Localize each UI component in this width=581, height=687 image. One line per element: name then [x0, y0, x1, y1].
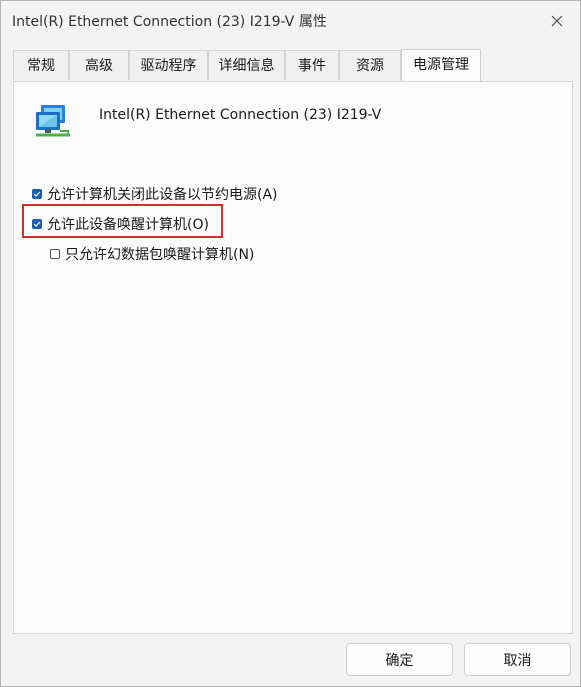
checkbox-allow-turn-off[interactable]: [32, 189, 42, 199]
option-label: 允许计算机关闭此设备以节约电源(A): [47, 187, 278, 203]
tab-resources[interactable]: 资源: [339, 50, 401, 80]
network-adapter-icon: [34, 103, 72, 139]
cancel-button[interactable]: 取消: [464, 643, 571, 676]
checkmark-icon: [33, 191, 41, 197]
tab-events[interactable]: 事件: [285, 50, 339, 80]
properties-dialog: Intel(R) Ethernet Connection (23) I219-V…: [0, 0, 581, 687]
highlight-box: [22, 204, 223, 238]
ok-button[interactable]: 确定: [346, 643, 453, 676]
option-magic-packet-only[interactable]: 只允许幻数据包唤醒计算机(N): [50, 244, 254, 264]
tab-driver[interactable]: 驱动程序: [129, 50, 208, 80]
tab-strip: 常规 高级 驱动程序 详细信息 事件 资源 电源管理: [13, 49, 573, 81]
close-button[interactable]: [534, 1, 580, 41]
power-management-panel: Intel(R) Ethernet Connection (23) I219-V…: [13, 81, 573, 634]
checkbox-magic-packet-only[interactable]: [50, 249, 60, 259]
tab-advanced[interactable]: 高级: [69, 50, 129, 80]
tab-details[interactable]: 详细信息: [208, 50, 285, 80]
title-bar[interactable]: Intel(R) Ethernet Connection (23) I219-V…: [1, 1, 580, 41]
tab-power-management[interactable]: 电源管理: [401, 49, 481, 81]
tab-general[interactable]: 常规: [13, 50, 69, 80]
option-label: 只允许幻数据包唤醒计算机(N): [65, 247, 255, 263]
device-name: Intel(R) Ethernet Connection (23) I219-V: [99, 107, 382, 123]
close-icon: [551, 15, 563, 27]
option-allow-turn-off[interactable]: 允许计算机关闭此设备以节约电源(A): [32, 184, 278, 204]
window-title: Intel(R) Ethernet Connection (23) I219-V…: [12, 14, 327, 30]
